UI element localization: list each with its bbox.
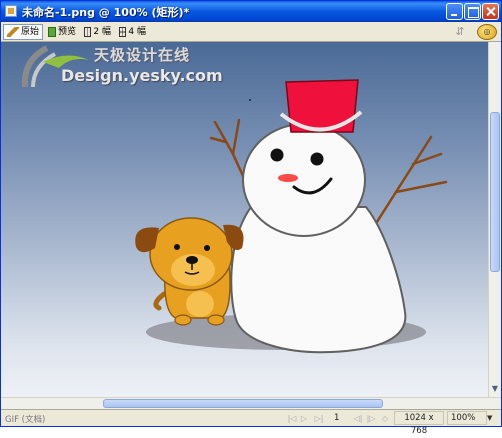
tab-2-up[interactable]: 2 幅 [81, 24, 114, 40]
watermark-english-text: Design.yesky.com [61, 66, 223, 85]
preview-icon [48, 27, 56, 37]
watermark-chinese-text: 天极设计在线 [94, 46, 191, 64]
horizontal-scroll-thumb[interactable] [103, 399, 383, 408]
document-size: 1024 x 768 [394, 411, 444, 436]
tab-preview-label: 预览 [57, 26, 76, 37]
two-up-icon [84, 27, 92, 37]
snowman-nose [278, 174, 298, 182]
export-preview-icon[interactable]: ◎ [477, 24, 497, 40]
last-frame-icon[interactable]: ▷| [314, 413, 324, 424]
view-toolbar: 原始 预览 2 幅 4 幅 ⇵ ◎ [1, 22, 501, 42]
loop-icon[interactable]: ◇ [380, 413, 390, 424]
four-up-icon [119, 27, 127, 37]
title-bar[interactable]: 未命名-1.png @ 100% (矩形)* [1, 1, 501, 22]
file-type-label: GIF (文档) [5, 415, 46, 425]
horizontal-scrollbar[interactable] [1, 397, 501, 409]
first-frame-icon[interactable]: |◁ [287, 413, 297, 424]
document-window: 未命名-1.png @ 100% (矩形)* 原始 预览 2 幅 4 幅 ⇵ ◎ [0, 0, 502, 436]
snowman-right-eye [310, 152, 324, 166]
snowman-left-eye [270, 148, 284, 162]
tab-4-up-label: 4 幅 [128, 26, 146, 37]
tab-preview[interactable]: 预览 [45, 24, 79, 40]
watermark: 天极设计在线 Design.yesky.com [15, 42, 255, 92]
image-canvas[interactable]: 天极设计在线 Design.yesky.com [1, 42, 488, 397]
chevron-down-icon[interactable]: ▼ [487, 414, 497, 424]
quality-icon[interactable]: ⇵ [453, 25, 467, 39]
pencil-icon [7, 27, 19, 37]
play-icon[interactable]: ▷ [299, 413, 309, 424]
frame-number: 1 [334, 413, 340, 423]
tab-original[interactable]: 原始 [3, 24, 43, 40]
window-title: 未命名-1.png @ 100% (矩形)* [22, 6, 190, 19]
document-icon [5, 5, 17, 17]
snowman-head [242, 123, 366, 237]
tab-original-label: 原始 [20, 26, 39, 37]
next-frame-icon[interactable]: |▷ [366, 413, 376, 424]
close-button[interactable] [482, 3, 499, 20]
vertical-scroll-thumb[interactable] [490, 112, 500, 272]
vertical-scrollbar[interactable]: ▼ [488, 42, 501, 397]
zoom-level-select[interactable]: 100% [447, 411, 487, 425]
tab-2-up-label: 2 幅 [93, 26, 111, 37]
prev-frame-icon[interactable]: ◁| [353, 413, 363, 424]
scroll-down-arrow-icon[interactable]: ▼ [489, 383, 501, 395]
artwork [135, 79, 448, 354]
maximize-button[interactable] [464, 3, 481, 20]
dog [135, 217, 244, 326]
tab-4-up[interactable]: 4 幅 [116, 24, 149, 40]
minimize-button[interactable] [446, 3, 463, 20]
status-bar: GIF (文档) |◁ ▷ ▷| 1 ◁| |▷ ◇ 1024 x 768 10… [1, 409, 501, 436]
